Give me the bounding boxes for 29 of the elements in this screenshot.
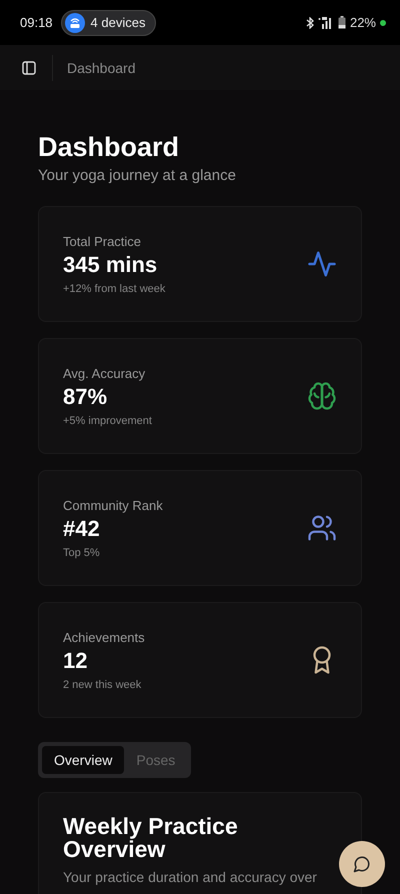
signal-icon (318, 16, 334, 28)
stat-note: +12% from last week (63, 282, 166, 294)
stat-note: 2 new this week (63, 678, 142, 690)
tab[interactable]: Overview (42, 746, 124, 774)
stat-note: +5% improvement (63, 414, 152, 426)
stat-value: 12 (63, 648, 88, 674)
breadcrumb[interactable]: Dashboard (67, 60, 136, 76)
stat-value: #42 (63, 516, 101, 542)
battery-icon (338, 16, 346, 29)
stat-label: Avg. Accuracy (63, 366, 146, 380)
stat-label: Total Practice (63, 234, 142, 248)
chat-bubble-icon (353, 855, 371, 873)
page-title: Dashboard (38, 132, 180, 163)
card-description: Your practice duration and accuracy over (63, 869, 318, 885)
card-title: Weekly Practice Overview (63, 815, 239, 861)
stat-note: Top 5% (63, 546, 101, 558)
charging-dot-icon (380, 20, 386, 26)
sidebar-toggle-icon[interactable] (20, 58, 38, 76)
stat-value: 345 mins (63, 252, 158, 278)
page-subtitle: Your yoga journey at a glance (38, 167, 237, 184)
bluetooth-icon (306, 16, 314, 28)
battery-level: 22% (350, 15, 376, 30)
stat-label: Achievements (63, 630, 145, 644)
hotspot-icon (64, 12, 85, 32)
stat-value: 87% (63, 384, 108, 410)
chat-button[interactable] (339, 841, 385, 887)
stat-label: Community Rank (63, 498, 163, 512)
status-time: 09:18 (20, 15, 53, 30)
devices-chip[interactable]: 4 devices (60, 10, 156, 36)
